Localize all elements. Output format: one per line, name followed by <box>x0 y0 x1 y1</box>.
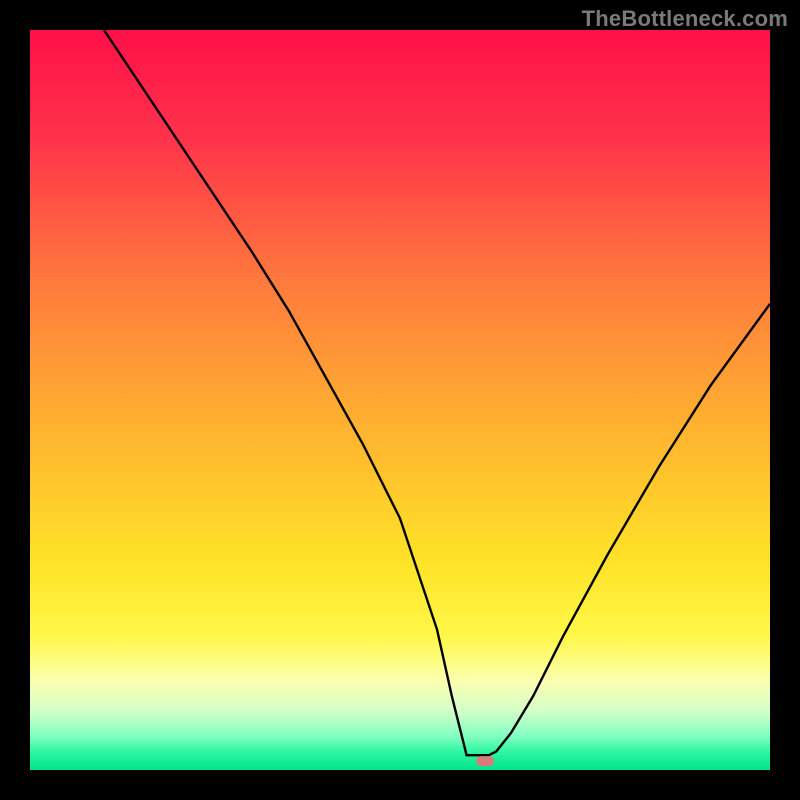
plot-area <box>30 30 770 770</box>
highlight-marker <box>476 756 494 766</box>
plot-svg <box>30 30 770 770</box>
chart-frame: TheBottleneck.com <box>0 0 800 800</box>
gradient-background <box>30 30 770 770</box>
watermark-text: TheBottleneck.com <box>582 6 788 32</box>
